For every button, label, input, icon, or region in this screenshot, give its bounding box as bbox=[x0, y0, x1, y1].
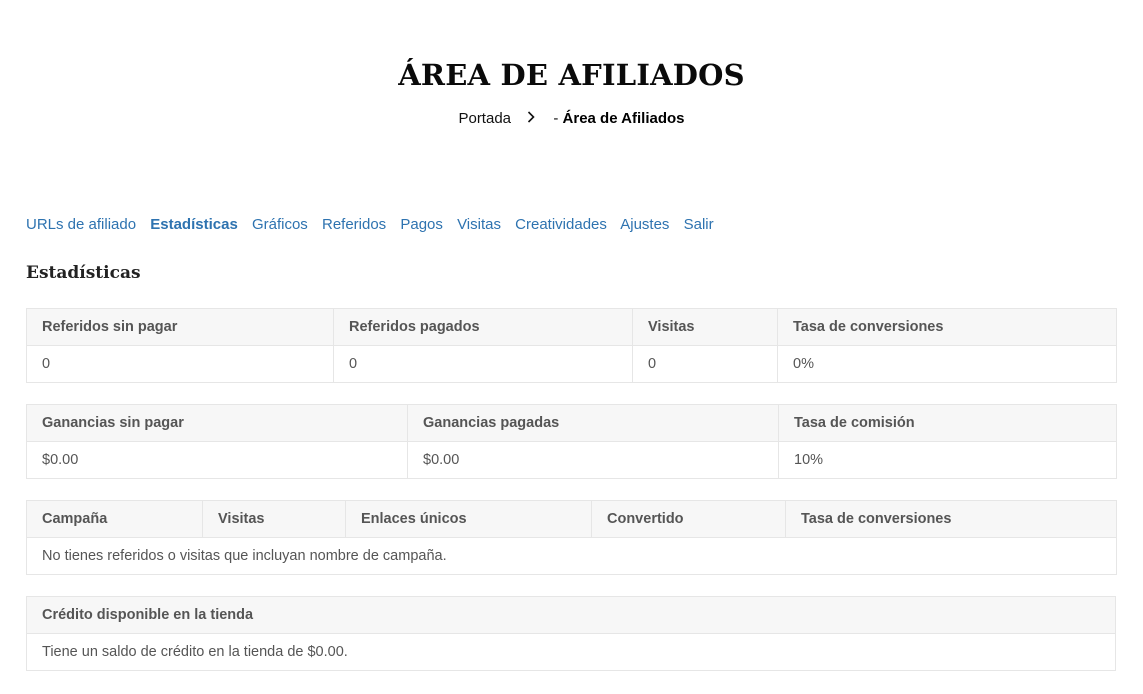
column-header: Enlaces únicos bbox=[345, 500, 592, 538]
tab-creatives[interactable]: Creatividades bbox=[515, 216, 607, 233]
referrals-stats-table: Referidos sin pagar Referidos pagados Vi… bbox=[26, 308, 1117, 383]
table-header-row: Ganancias sin pagar Ganancias pagadas Ta… bbox=[26, 404, 1117, 442]
column-header: Campaña bbox=[26, 500, 203, 538]
tab-statistics[interactable]: Estadísticas bbox=[150, 216, 238, 233]
column-header: Tasa de conversiones bbox=[777, 308, 1117, 346]
store-credit-message: Tiene un saldo de crédito en la tienda d… bbox=[26, 633, 1116, 671]
column-header: Tasa de conversiones bbox=[785, 500, 1117, 538]
column-header: Referidos sin pagar bbox=[26, 308, 334, 346]
table-row: $0.00 $0.00 10% bbox=[26, 441, 1117, 479]
tab-logout[interactable]: Salir bbox=[684, 216, 714, 233]
commission-rate-value: 10% bbox=[778, 441, 1117, 479]
store-credit-table: Crédito disponible en la tienda Tiene un… bbox=[26, 596, 1116, 671]
table-header-row: Campaña Visitas Enlaces únicos Convertid… bbox=[26, 500, 1117, 538]
breadcrumb-current: Área de Afiliados bbox=[562, 110, 685, 127]
section-title: Estadísticas bbox=[26, 263, 141, 283]
tab-payouts[interactable]: Pagos bbox=[400, 216, 443, 233]
table-row: 0 0 0 0% bbox=[26, 345, 1117, 383]
unpaid-referrals-value: 0 bbox=[26, 345, 334, 383]
column-header: Ganancias pagadas bbox=[407, 404, 779, 442]
column-header: Convertido bbox=[591, 500, 786, 538]
tab-urls[interactable]: URLs de afiliado bbox=[26, 216, 136, 233]
page-title: ÁREA DE AFILIADOS bbox=[398, 58, 745, 92]
paid-referrals-value: 0 bbox=[333, 345, 633, 383]
breadcrumb: Portada - Área de Afiliados bbox=[0, 110, 1143, 128]
column-header: Crédito disponible en la tienda bbox=[26, 596, 1116, 634]
column-header: Tasa de comisión bbox=[778, 404, 1117, 442]
visits-value: 0 bbox=[632, 345, 778, 383]
tab-settings[interactable]: Ajustes bbox=[620, 216, 669, 233]
campaign-empty-message: No tienes referidos o visitas que incluy… bbox=[26, 537, 1117, 575]
tab-visits[interactable]: Visitas bbox=[457, 216, 501, 233]
table-header-row: Referidos sin pagar Referidos pagados Vi… bbox=[26, 308, 1117, 346]
breadcrumb-prefix: - bbox=[553, 110, 563, 127]
breadcrumb-home-link[interactable]: Portada bbox=[458, 110, 511, 127]
earnings-stats-table: Ganancias sin pagar Ganancias pagadas Ta… bbox=[26, 404, 1117, 479]
chevron-right-icon bbox=[527, 110, 535, 127]
column-header: Ganancias sin pagar bbox=[26, 404, 408, 442]
affiliate-tabs: URLs de afiliado Estadísticas Gráficos R… bbox=[26, 216, 724, 233]
table-header-row: Crédito disponible en la tienda bbox=[26, 596, 1116, 634]
tab-graphs[interactable]: Gráficos bbox=[252, 216, 308, 233]
paid-earnings-value: $0.00 bbox=[407, 441, 779, 479]
conversion-rate-value: 0% bbox=[777, 345, 1117, 383]
column-header: Referidos pagados bbox=[333, 308, 633, 346]
tab-referrals[interactable]: Referidos bbox=[322, 216, 386, 233]
campaign-stats-table: Campaña Visitas Enlaces únicos Convertid… bbox=[26, 500, 1117, 575]
column-header: Visitas bbox=[632, 308, 778, 346]
table-row: No tienes referidos o visitas que incluy… bbox=[26, 537, 1117, 575]
table-row: Tiene un saldo de crédito en la tienda d… bbox=[26, 633, 1116, 671]
column-header: Visitas bbox=[202, 500, 346, 538]
unpaid-earnings-value: $0.00 bbox=[26, 441, 408, 479]
